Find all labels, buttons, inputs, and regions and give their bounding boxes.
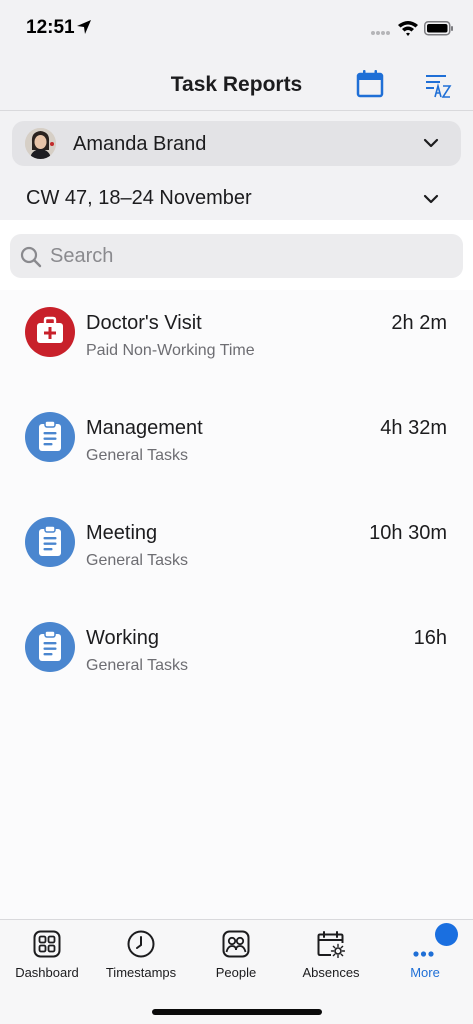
- dashboard-grid-icon: [33, 930, 61, 958]
- item-subtitle: General Tasks: [86, 657, 188, 674]
- chevron-down-icon: [423, 138, 439, 148]
- battery-icon: [424, 21, 453, 36]
- search-bar[interactable]: [10, 234, 463, 278]
- item-title: Doctor's Visit: [86, 312, 202, 334]
- item-subtitle: General Tasks: [86, 552, 188, 569]
- item-title: Working: [86, 627, 159, 649]
- item-title: Management: [86, 417, 203, 439]
- search-area: [0, 220, 473, 290]
- item-duration: 10h 30m: [369, 522, 447, 544]
- tab-label: More: [410, 965, 440, 980]
- item-duration: 2h 2m: [391, 312, 447, 334]
- location-arrow-icon: [77, 20, 91, 34]
- item-subtitle: General Tasks: [86, 447, 188, 464]
- person-selector[interactable]: Amanda Brand: [12, 121, 461, 166]
- sort-az-icon[interactable]: [424, 72, 452, 98]
- tab-people[interactable]: People: [189, 920, 283, 990]
- navigation-bar: Task Reports: [0, 56, 473, 111]
- calendar-sun-icon: [317, 931, 345, 958]
- item-duration: 4h 32m: [380, 417, 447, 439]
- filter-area: Amanda Brand CW 47, 18–24 November: [0, 111, 473, 220]
- status-time: 12:51: [26, 17, 75, 38]
- calendar-icon[interactable]: [355, 69, 385, 99]
- list-item[interactable]: Doctor's Visit Paid Non-Working Time 2h …: [0, 290, 473, 394]
- clock-icon: [127, 930, 155, 958]
- wifi-icon: [398, 21, 418, 36]
- page-title: Task Reports: [170, 73, 303, 96]
- item-subtitle: Paid Non-Working Time: [86, 342, 255, 359]
- clipboard-icon: [25, 517, 75, 567]
- notification-badge: [435, 923, 458, 946]
- tab-timestamps[interactable]: Timestamps: [94, 920, 188, 990]
- tab-more[interactable]: More: [378, 920, 472, 990]
- people-icon: [222, 930, 250, 958]
- cellular-signal-icon: [371, 31, 390, 35]
- week-label: CW 47, 18–24 November: [26, 187, 252, 209]
- week-selector[interactable]: CW 47, 18–24 November: [0, 177, 473, 219]
- avatar: [25, 128, 56, 159]
- tab-dashboard[interactable]: Dashboard: [0, 920, 94, 990]
- person-name: Amanda Brand: [73, 133, 207, 155]
- task-list: Doctor's Visit Paid Non-Working Time 2h …: [0, 290, 473, 920]
- item-title: Meeting: [86, 522, 158, 544]
- tab-label: Timestamps: [105, 965, 177, 980]
- home-indicator[interactable]: [152, 1009, 322, 1015]
- item-duration: 16h: [413, 627, 447, 649]
- tab-label: Dashboard: [15, 965, 79, 980]
- tab-label: People: [215, 965, 257, 980]
- tab-bar: Dashboard Timestamps People Absences Mor…: [0, 919, 473, 1024]
- list-item[interactable]: Meeting General Tasks 10h 30m: [0, 500, 473, 604]
- status-bar: 12:51: [0, 0, 473, 56]
- tab-label: Absences: [302, 965, 360, 980]
- tab-absences[interactable]: Absences: [284, 920, 378, 990]
- clipboard-icon: [25, 622, 75, 672]
- medical-bag-icon: [25, 307, 75, 357]
- chevron-down-icon: [423, 194, 439, 204]
- list-item[interactable]: Working General Tasks 16h: [0, 605, 473, 709]
- search-input[interactable]: [50, 234, 450, 278]
- search-icon: [20, 246, 42, 268]
- clipboard-icon: [25, 412, 75, 462]
- list-item[interactable]: Management General Tasks 4h 32m: [0, 395, 473, 499]
